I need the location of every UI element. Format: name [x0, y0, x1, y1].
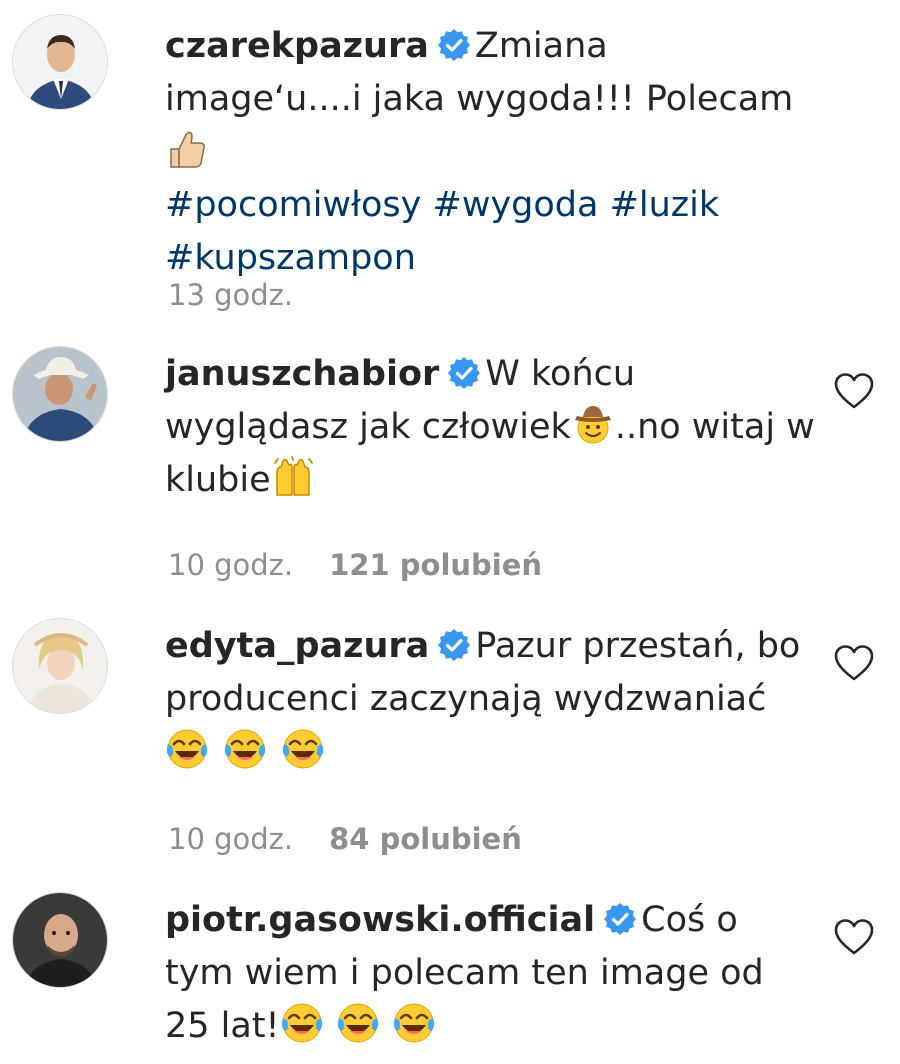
comment-meta: 10 godz. 84 polubień: [168, 822, 522, 856]
hashtag-links[interactable]: #pocomiwłosy #wygoda #luzik #kupszampon: [165, 185, 719, 278]
comment-text-block: piotr.gasowski.official Coś o tym wiem i …: [165, 894, 815, 1053]
username[interactable]: edyta_pazura: [165, 626, 429, 666]
bald-man-avatar: [13, 893, 107, 987]
thumbs-up-emoji-icon: [170, 131, 205, 168]
verified-icon: [437, 628, 472, 662]
tears-of-joy-emoji-icon: [223, 728, 267, 770]
avatar[interactable]: [12, 618, 108, 714]
verified-icon: [447, 356, 482, 390]
comment-meta: 10 godz. 121 polubień: [168, 548, 542, 582]
tears-of-joy-emoji-icon: [392, 1002, 436, 1044]
comment-text-block: czarekpazura Zmiana image‘u....i jaka wyg…: [165, 20, 815, 285]
like-heart-icon[interactable]: [834, 372, 874, 412]
comment-text-block: edyta_pazura Pazur przestań, bo producenc…: [165, 620, 815, 779]
username[interactable]: januszchabior: [165, 354, 439, 394]
comment-time[interactable]: 10 godz.: [168, 548, 293, 582]
man-in-hat-avatar: [13, 347, 107, 441]
cowboy-face-emoji-icon: [574, 406, 611, 444]
tears-of-joy-emoji-icon: [336, 1002, 380, 1044]
verified-icon: [436, 28, 471, 62]
woman-blonde-avatar: [13, 619, 107, 713]
raised-hands-emoji-icon: [273, 456, 313, 496]
username[interactable]: piotr.gasowski.official: [165, 900, 595, 940]
like-heart-icon[interactable]: [834, 918, 874, 958]
likes-count[interactable]: 121 polubień: [329, 548, 542, 582]
username[interactable]: czarekpazura: [165, 26, 429, 66]
tears-of-joy-emoji-icon: [280, 1002, 324, 1044]
verified-icon: [603, 902, 638, 936]
likes-count[interactable]: 84 polubień: [329, 822, 522, 856]
comment-edyta_pazura: edyta_pazura Pazur przestań, bo producenc…: [0, 612, 900, 882]
comment-text-block: januszchabior W końcu wyglądasz jak człow…: [165, 348, 815, 507]
comment-piotr-gasowski: piotr.gasowski.official Coś o tym wiem i …: [0, 886, 900, 1064]
comment-czarekpazura: czarekpazura Zmiana image‘u....i jaka wyg…: [0, 0, 900, 330]
tears-of-joy-emoji-icon: [165, 728, 209, 770]
comment-time[interactable]: 13 godz.: [168, 278, 293, 312]
comment-time[interactable]: 10 godz.: [168, 822, 293, 856]
man-in-suit-avatar: [13, 15, 107, 109]
tears-of-joy-emoji-icon: [281, 728, 325, 770]
avatar[interactable]: [12, 346, 108, 442]
comment-meta: 13 godz.: [168, 278, 293, 312]
like-heart-icon[interactable]: [834, 644, 874, 684]
avatar[interactable]: [12, 14, 108, 110]
avatar[interactable]: [12, 892, 108, 988]
comment-januszchabior: januszchabior W końcu wyglądasz jak człow…: [0, 340, 900, 610]
